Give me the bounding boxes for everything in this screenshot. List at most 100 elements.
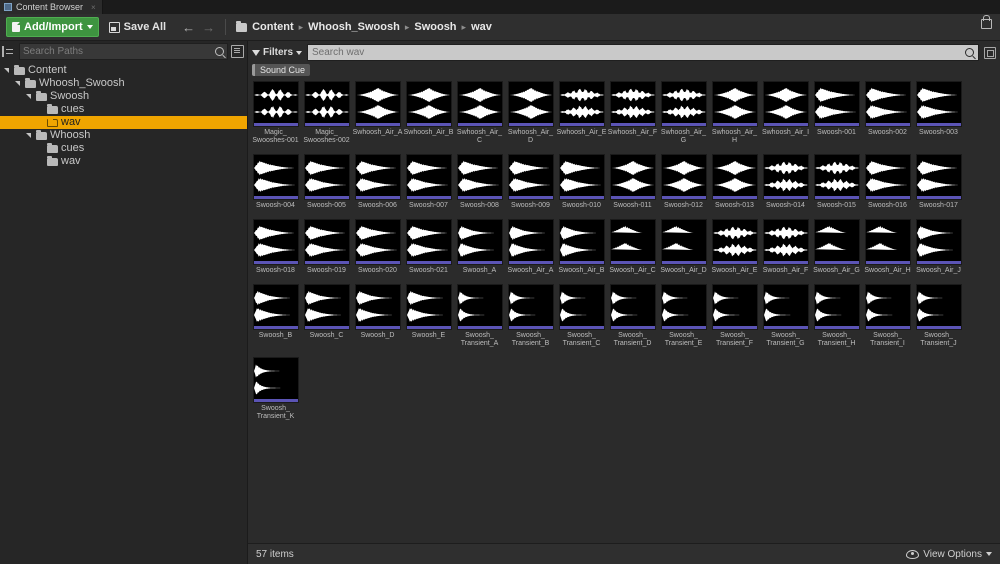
asset-tile[interactable]: Swoosh_​Air_​G <box>813 219 860 275</box>
asset-thumbnail[interactable] <box>303 219 350 265</box>
expand-arrow-icon[interactable] <box>26 132 33 139</box>
asset-thumbnail[interactable] <box>456 284 503 330</box>
asset-tile[interactable]: Swoosh-009 <box>507 154 554 210</box>
asset-tile[interactable]: Swhoosh_​Air_​D <box>507 81 554 145</box>
asset-thumbnail[interactable] <box>915 81 962 127</box>
breadcrumb-item-content[interactable]: Content <box>252 21 294 33</box>
asset-tile[interactable]: Swoosh_​D <box>354 284 401 348</box>
asset-thumbnail[interactable] <box>252 284 299 330</box>
asset-tile[interactable]: Swoosh_​E <box>405 284 452 348</box>
asset-thumbnail[interactable] <box>507 219 554 265</box>
asset-tile[interactable]: Swoosh_​A <box>456 219 503 275</box>
asset-tile[interactable]: Swoosh-012 <box>660 154 707 210</box>
breadcrumb-item-wav[interactable]: wav <box>471 21 492 33</box>
tree-item-whoosh-swoosh[interactable]: Whoosh_Swoosh <box>0 77 247 90</box>
asset-tile[interactable]: Magic_​Swooshes-001 <box>252 81 299 145</box>
asset-tile[interactable]: Swoosh_​Transient_​E <box>660 284 707 348</box>
asset-thumbnail[interactable] <box>915 284 962 330</box>
asset-grid-scroll[interactable]: Magic_​Swooshes-001 Magic_​Swooshes-002 Sw… <box>248 77 1000 543</box>
asset-tile[interactable]: Swoosh_​Transient_​F <box>711 284 758 348</box>
asset-tile[interactable]: Swoosh_​Air_​H <box>864 219 911 275</box>
asset-thumbnail[interactable] <box>660 284 707 330</box>
asset-tile[interactable]: Swoosh_​Air_​C <box>609 219 656 275</box>
asset-thumbnail[interactable] <box>558 154 605 200</box>
asset-thumbnail[interactable] <box>915 154 962 200</box>
hierarchy-icon[interactable] <box>2 46 16 57</box>
asset-tile[interactable]: Swhoosh_​Air_​F <box>608 81 657 145</box>
asset-tile[interactable]: Swoosh-015 <box>813 154 860 210</box>
asset-thumbnail[interactable] <box>711 219 758 265</box>
asset-tile[interactable]: Swhoosh_​Air_​E <box>557 81 606 145</box>
asset-thumbnail[interactable] <box>813 284 860 330</box>
asset-thumbnail[interactable] <box>609 81 656 127</box>
asset-tile[interactable]: Swoosh-021 <box>405 219 452 275</box>
asset-tile[interactable]: Swoosh-016 <box>864 154 911 210</box>
forward-arrow-icon[interactable]: → <box>202 21 215 34</box>
asset-thumbnail[interactable] <box>813 219 860 265</box>
asset-thumbnail[interactable] <box>252 219 299 265</box>
asset-thumbnail[interactable] <box>507 284 554 330</box>
tree-item-wav[interactable]: wav <box>0 116 247 129</box>
asset-tile[interactable]: Swhoosh_​Air_​C <box>456 81 503 145</box>
asset-thumbnail[interactable] <box>405 219 452 265</box>
asset-tile[interactable]: Swoosh_​C <box>303 284 350 348</box>
save-all-button[interactable]: Save All <box>105 18 170 36</box>
asset-thumbnail[interactable] <box>711 284 758 330</box>
search-paths-input[interactable]: Search Paths <box>19 43 228 60</box>
back-arrow-icon[interactable]: ← <box>182 21 195 34</box>
asset-tile[interactable]: Swoosh-011 <box>609 154 656 210</box>
asset-thumbnail[interactable] <box>609 154 656 200</box>
expand-arrow-icon[interactable] <box>4 67 11 74</box>
asset-tile[interactable]: Swoosh-005 <box>303 154 350 210</box>
asset-tile[interactable]: Swoosh-018 <box>252 219 299 275</box>
asset-thumbnail[interactable] <box>915 219 962 265</box>
breadcrumb-item-swoosh[interactable]: Swoosh <box>414 21 456 33</box>
asset-tile[interactable]: Swoosh_​Air_​D <box>660 219 707 275</box>
asset-tile[interactable]: Swoosh-019 <box>303 219 350 275</box>
asset-thumbnail[interactable] <box>660 154 707 200</box>
expand-arrow-icon[interactable] <box>26 93 33 100</box>
asset-thumbnail[interactable] <box>507 154 554 200</box>
lock-icon[interactable] <box>981 15 992 29</box>
asset-thumbnail[interactable] <box>507 81 554 127</box>
asset-thumbnail[interactable] <box>354 219 401 265</box>
expand-arrow-icon[interactable] <box>15 80 22 87</box>
asset-tile[interactable]: Swoosh_​Air_​F <box>762 219 809 275</box>
filters-button[interactable]: Filters <box>252 47 303 58</box>
asset-tile[interactable]: Swoosh-017 <box>915 154 962 210</box>
asset-tile[interactable]: Swoosh-003 <box>915 81 962 145</box>
asset-thumbnail[interactable] <box>864 284 911 330</box>
asset-thumbnail[interactable] <box>252 357 299 403</box>
asset-thumbnail[interactable] <box>609 219 656 265</box>
asset-tile[interactable]: Swoosh-002 <box>864 81 911 145</box>
asset-thumbnail[interactable] <box>405 284 452 330</box>
asset-thumbnail[interactable] <box>456 154 503 200</box>
asset-thumbnail[interactable] <box>354 81 401 127</box>
asset-thumbnail[interactable] <box>456 219 503 265</box>
asset-thumbnail[interactable] <box>405 154 452 200</box>
tree-item-content[interactable]: Content <box>0 64 247 77</box>
asset-tile[interactable]: Swhoosh_​Air_​G <box>660 81 707 145</box>
asset-thumbnail[interactable] <box>864 81 911 127</box>
asset-tile[interactable]: Swoosh_​Transient_​H <box>813 284 860 348</box>
asset-thumbnail[interactable] <box>303 81 350 127</box>
breadcrumb-item-whoosh-swoosh[interactable]: Whoosh_Swoosh <box>308 21 400 33</box>
tree-item-wav[interactable]: wav <box>0 155 247 168</box>
asset-tile[interactable]: Swoosh_​Transient_​I <box>864 284 911 348</box>
asset-thumbnail[interactable] <box>558 81 605 127</box>
asset-thumbnail[interactable] <box>252 154 299 200</box>
asset-tile[interactable]: Swoosh-013 <box>711 154 758 210</box>
asset-tile[interactable]: Swoosh_​B <box>252 284 299 348</box>
asset-thumbnail[interactable] <box>558 219 605 265</box>
tab-content-browser[interactable]: Content Browser × <box>0 0 103 14</box>
asset-thumbnail[interactable] <box>660 219 707 265</box>
asset-thumbnail[interactable] <box>456 81 503 127</box>
asset-tile[interactable]: Swoosh_​Air_​A <box>507 219 554 275</box>
asset-thumbnail[interactable] <box>609 284 656 330</box>
asset-tile[interactable]: Swoosh_​Air_​E <box>711 219 758 275</box>
asset-tile[interactable]: Swoosh_​Air_​B <box>558 219 605 275</box>
asset-tile[interactable]: Swoosh_​Transient_​J <box>915 284 962 348</box>
asset-tile[interactable]: Swoosh-014 <box>762 154 809 210</box>
asset-tile[interactable]: Swoosh_​Transient_​G <box>762 284 809 348</box>
asset-tile[interactable]: Swhoosh_​Air_​A <box>353 81 402 145</box>
